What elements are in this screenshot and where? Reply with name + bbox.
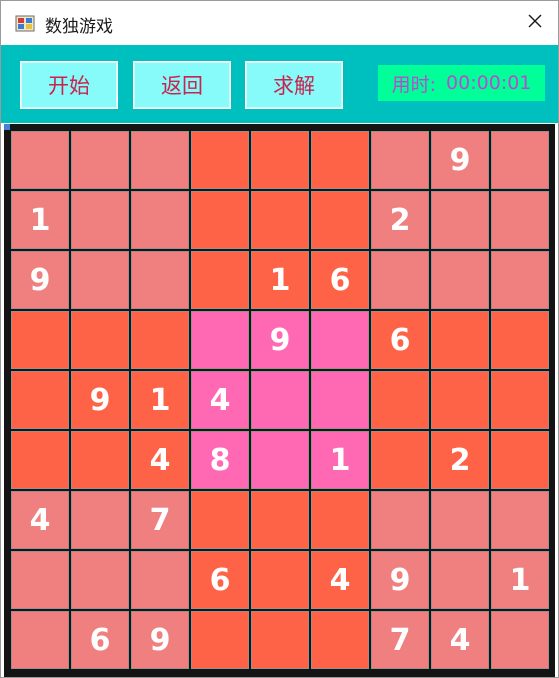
- sudoku-cell-r9-c5[interactable]: [251, 611, 309, 669]
- sudoku-board: 9129169691448124764916974: [11, 131, 555, 677]
- board-corner-marker: [4, 124, 10, 130]
- app-window: 数独游戏 开始 返回 求解 用时: 00:00:01 9129169691448…: [0, 0, 559, 678]
- sudoku-cell-r2-c2[interactable]: [71, 191, 129, 249]
- sudoku-cell-r2-c3[interactable]: [131, 191, 189, 249]
- sudoku-cell-r9-c7[interactable]: 7: [371, 611, 429, 669]
- sudoku-cell-r9-c9[interactable]: [491, 611, 549, 669]
- sudoku-cell-r6-c6[interactable]: 1: [311, 431, 369, 489]
- sudoku-cell-r8-c9[interactable]: 1: [491, 551, 549, 609]
- timer-value: 00:00:01: [446, 72, 532, 94]
- sudoku-cell-r1-c5[interactable]: [251, 131, 309, 189]
- sudoku-cell-r4-c6[interactable]: [311, 311, 369, 369]
- timer-label: 用时:: [391, 73, 437, 96]
- sudoku-cell-r4-c3[interactable]: [131, 311, 189, 369]
- sudoku-cell-r8-c3[interactable]: [131, 551, 189, 609]
- sudoku-cell-r3-c4[interactable]: [191, 251, 249, 309]
- sudoku-cell-r1-c3[interactable]: [131, 131, 189, 189]
- sudoku-cell-r4-c4[interactable]: [191, 311, 249, 369]
- sudoku-board-frame: 9129169691448124764916974: [4, 124, 555, 677]
- sudoku-cell-r5-c2[interactable]: 9: [71, 371, 129, 429]
- back-button[interactable]: 返回: [133, 61, 231, 109]
- sudoku-cell-r9-c1[interactable]: [11, 611, 69, 669]
- sudoku-cell-r5-c1[interactable]: [11, 371, 69, 429]
- sudoku-cell-r1-c2[interactable]: [71, 131, 129, 189]
- sudoku-cell-r2-c4[interactable]: [191, 191, 249, 249]
- sudoku-cell-r1-c9[interactable]: [491, 131, 549, 189]
- sudoku-cell-r4-c5[interactable]: 9: [251, 311, 309, 369]
- sudoku-cell-r3-c3[interactable]: [131, 251, 189, 309]
- close-icon: [527, 13, 543, 33]
- sudoku-cell-r7-c9[interactable]: [491, 491, 549, 549]
- sudoku-cell-r2-c8[interactable]: [431, 191, 489, 249]
- sudoku-cell-r4-c9[interactable]: [491, 311, 549, 369]
- sudoku-cell-r5-c7[interactable]: [371, 371, 429, 429]
- sudoku-cell-r8-c7[interactable]: 9: [371, 551, 429, 609]
- sudoku-cell-r3-c8[interactable]: [431, 251, 489, 309]
- start-button[interactable]: 开始: [20, 61, 118, 109]
- sudoku-cell-r2-c9[interactable]: [491, 191, 549, 249]
- sudoku-cell-r7-c6[interactable]: [311, 491, 369, 549]
- sudoku-cell-r4-c2[interactable]: [71, 311, 129, 369]
- sudoku-app-icon: [15, 13, 35, 33]
- sudoku-cell-r8-c4[interactable]: 6: [191, 551, 249, 609]
- sudoku-cell-r4-c8[interactable]: [431, 311, 489, 369]
- sudoku-cell-r3-c2[interactable]: [71, 251, 129, 309]
- sudoku-cell-r3-c9[interactable]: [491, 251, 549, 309]
- sudoku-cell-r9-c3[interactable]: 9: [131, 611, 189, 669]
- sudoku-cell-r5-c3[interactable]: 1: [131, 371, 189, 429]
- sudoku-cell-r5-c9[interactable]: [491, 371, 549, 429]
- sudoku-cell-r8-c5[interactable]: [251, 551, 309, 609]
- sudoku-cell-r9-c2[interactable]: 6: [71, 611, 129, 669]
- sudoku-cell-r7-c5[interactable]: [251, 491, 309, 549]
- sudoku-cell-r6-c3[interactable]: 4: [131, 431, 189, 489]
- sudoku-cell-r7-c2[interactable]: [71, 491, 129, 549]
- sudoku-cell-r7-c3[interactable]: 7: [131, 491, 189, 549]
- sudoku-cell-r7-c8[interactable]: [431, 491, 489, 549]
- sudoku-cell-r7-c7[interactable]: [371, 491, 429, 549]
- sudoku-cell-r1-c1[interactable]: [11, 131, 69, 189]
- sudoku-cell-r8-c1[interactable]: [11, 551, 69, 609]
- sudoku-cell-r4-c1[interactable]: [11, 311, 69, 369]
- sudoku-cell-r4-c7[interactable]: 6: [371, 311, 429, 369]
- solve-button[interactable]: 求解: [245, 61, 343, 109]
- sudoku-cell-r3-c5[interactable]: 1: [251, 251, 309, 309]
- sudoku-cell-r7-c4[interactable]: [191, 491, 249, 549]
- toolbar: 开始 返回 求解 用时: 00:00:01: [1, 45, 558, 123]
- sudoku-cell-r2-c6[interactable]: [311, 191, 369, 249]
- sudoku-cell-r6-c5[interactable]: [251, 431, 309, 489]
- sudoku-cell-r8-c8[interactable]: [431, 551, 489, 609]
- sudoku-cell-r1-c4[interactable]: [191, 131, 249, 189]
- sudoku-cell-r6-c2[interactable]: [71, 431, 129, 489]
- sudoku-cell-r5-c4[interactable]: 4: [191, 371, 249, 429]
- sudoku-cell-r9-c6[interactable]: [311, 611, 369, 669]
- sudoku-cell-r2-c7[interactable]: 2: [371, 191, 429, 249]
- sudoku-cell-r6-c1[interactable]: [11, 431, 69, 489]
- sudoku-cell-r1-c6[interactable]: [311, 131, 369, 189]
- window-title: 数独游戏: [45, 17, 113, 37]
- sudoku-cell-r6-c9[interactable]: [491, 431, 549, 489]
- sudoku-cell-r9-c8[interactable]: 4: [431, 611, 489, 669]
- close-button[interactable]: [512, 1, 558, 45]
- sudoku-cell-r6-c4[interactable]: 8: [191, 431, 249, 489]
- sudoku-cell-r6-c7[interactable]: [371, 431, 429, 489]
- sudoku-cell-r8-c2[interactable]: [71, 551, 129, 609]
- sudoku-cell-r3-c1[interactable]: 9: [11, 251, 69, 309]
- sudoku-cell-r7-c1[interactable]: 4: [11, 491, 69, 549]
- sudoku-cell-r9-c4[interactable]: [191, 611, 249, 669]
- timer-display: 用时: 00:00:01: [378, 65, 545, 101]
- sudoku-cell-r8-c6[interactable]: 4: [311, 551, 369, 609]
- sudoku-cell-r5-c8[interactable]: [431, 371, 489, 429]
- sudoku-cell-r3-c7[interactable]: [371, 251, 429, 309]
- sudoku-cell-r5-c5[interactable]: [251, 371, 309, 429]
- sudoku-cell-r6-c8[interactable]: 2: [431, 431, 489, 489]
- sudoku-cell-r2-c1[interactable]: 1: [11, 191, 69, 249]
- sudoku-cell-r1-c8[interactable]: 9: [431, 131, 489, 189]
- title-bar: 数独游戏: [1, 1, 558, 45]
- sudoku-cell-r3-c6[interactable]: 6: [311, 251, 369, 309]
- sudoku-cell-r2-c5[interactable]: [251, 191, 309, 249]
- sudoku-cell-r5-c6[interactable]: [311, 371, 369, 429]
- sudoku-cell-r1-c7[interactable]: [371, 131, 429, 189]
